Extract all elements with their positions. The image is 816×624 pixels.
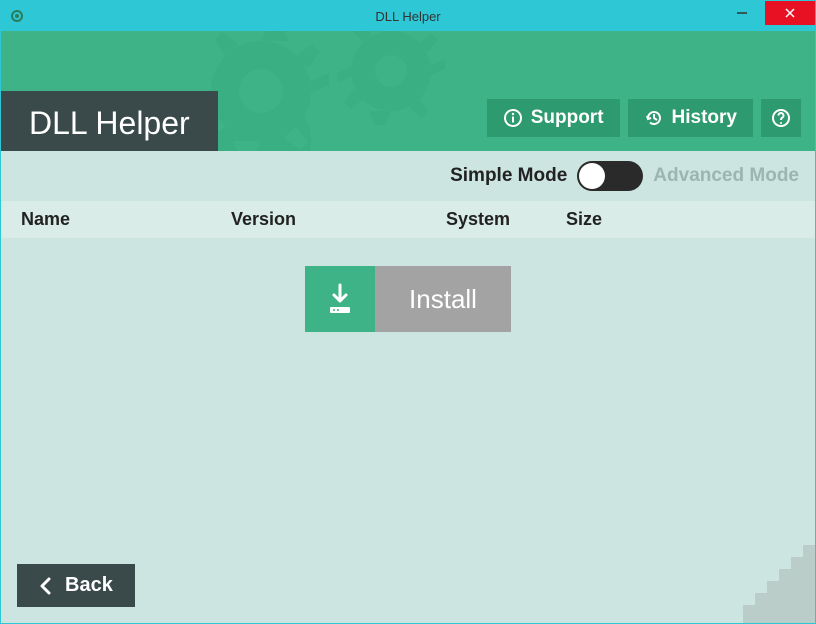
window-controls [719, 1, 815, 31]
help-icon [771, 108, 791, 128]
app-title: DLL Helper [29, 105, 190, 142]
help-button[interactable] [761, 99, 801, 137]
back-label: Back [65, 574, 113, 597]
close-button[interactable] [765, 1, 815, 25]
column-size: Size [566, 209, 795, 230]
chevron-left-icon [39, 577, 53, 595]
history-button[interactable]: History [628, 99, 753, 137]
back-button[interactable]: Back [17, 564, 135, 607]
column-version: Version [231, 209, 446, 230]
history-icon [644, 108, 664, 128]
install-area: Install [1, 238, 815, 360]
advanced-mode-label: Advanced Mode [653, 165, 799, 187]
content-area: Simple Mode Advanced Mode Name Version S… [1, 151, 815, 623]
app-window: DLL Helper DLL Hel [0, 0, 816, 624]
window-title: DLL Helper [375, 9, 440, 24]
support-button[interactable]: Support [487, 99, 620, 137]
mode-toggle-row: Simple Mode Advanced Mode [1, 151, 815, 201]
column-name: Name [21, 209, 231, 230]
app-icon [9, 8, 25, 24]
download-icon [305, 266, 375, 332]
history-label: History [672, 107, 737, 129]
watermark-stairs [715, 533, 815, 623]
app-title-container: DLL Helper [1, 91, 218, 151]
header-actions: Support History [487, 99, 801, 137]
column-system: System [446, 209, 566, 230]
table-header: Name Version System Size [1, 201, 815, 238]
support-label: Support [531, 107, 604, 129]
install-button[interactable]: Install [305, 266, 511, 332]
mode-toggle[interactable] [577, 161, 643, 191]
titlebar: DLL Helper [1, 1, 815, 31]
toggle-thumb [579, 163, 605, 189]
gears-decoration [181, 31, 481, 151]
info-icon [503, 108, 523, 128]
simple-mode-label: Simple Mode [450, 165, 567, 187]
minimize-button[interactable] [719, 1, 765, 25]
footer: Back [1, 548, 815, 623]
header-banner: DLL Helper Support History [1, 31, 815, 151]
install-label: Install [375, 266, 511, 332]
